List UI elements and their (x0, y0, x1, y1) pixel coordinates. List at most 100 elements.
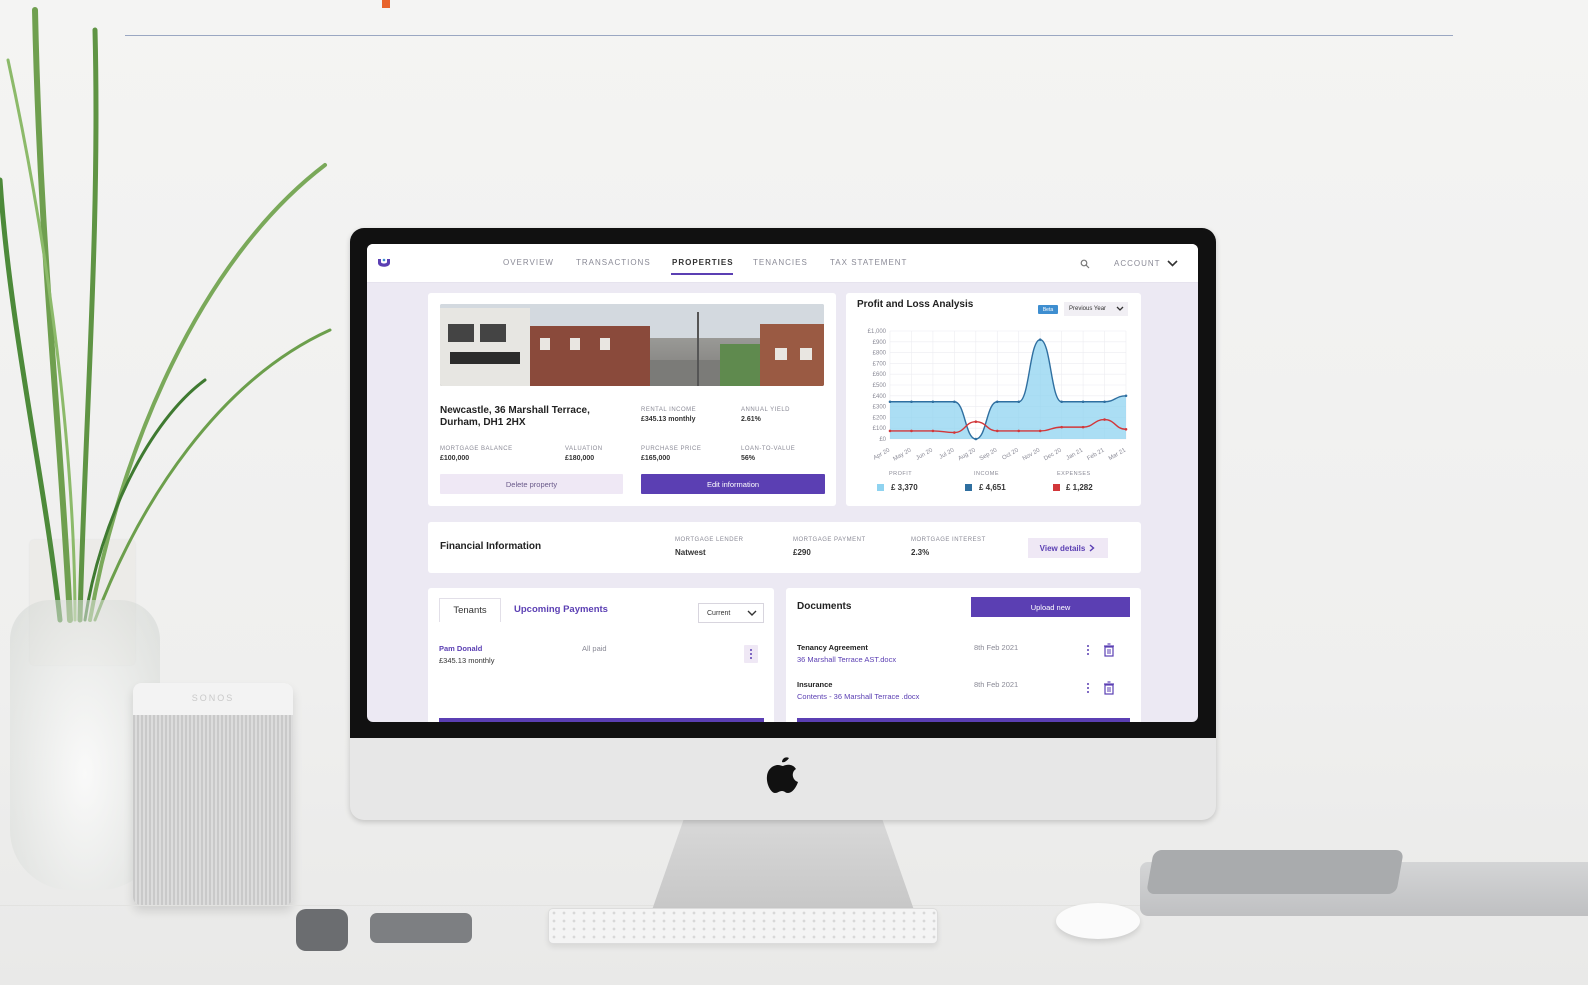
income-point (931, 400, 935, 404)
tab-tax-statement[interactable]: TAX STATEMENT (830, 258, 907, 267)
mortgage-interest-label: MORTGAGE INTEREST (911, 537, 986, 543)
financial-info-card: Financial Information MORTGAGE LENDER Na… (428, 522, 1141, 573)
mortgage-balance-value: £100,000 (440, 455, 470, 462)
income-area (890, 339, 1126, 439)
mouse (1056, 903, 1140, 939)
active-tab-indicator (671, 273, 733, 275)
profit-value: £ 3,370 (891, 483, 918, 492)
app-screen: OVERVIEW TRANSACTIONS PROPERTIES TENANCI… (367, 244, 1198, 722)
chevron-right-icon (1089, 544, 1095, 552)
rental-income-value: £345.13 monthly (641, 416, 696, 423)
y-tick-label: £100 (873, 426, 887, 432)
y-tick-label: £700 (873, 361, 887, 367)
more-options-icon[interactable] (1083, 642, 1093, 660)
trash-icon[interactable] (1103, 681, 1115, 695)
orange-accent-mark (382, 0, 390, 8)
y-tick-label: £0 (879, 437, 886, 443)
brand-logo-icon[interactable] (377, 257, 391, 268)
x-tick-label: Apr 20 (873, 447, 892, 461)
tab-tenants[interactable]: Tenants (439, 598, 501, 622)
documents-card: Documents Upload new Tenancy Agreement 3… (786, 588, 1141, 722)
tenant-rent: £345.13 monthly (439, 656, 495, 665)
y-tick-label: £500 (873, 383, 887, 389)
profit-loss-card: Profit and Loss Analysis Beta Previous Y… (846, 293, 1141, 506)
expenses-point (1017, 429, 1021, 433)
income-point (1103, 400, 1106, 404)
x-tick-label: Nov 20 (1022, 447, 1042, 462)
street-scene-image (440, 304, 824, 386)
documents-footer-button[interactable] (797, 718, 1130, 722)
income-point (953, 400, 956, 404)
x-tick-label: Jul 20 (938, 447, 955, 461)
tab-properties[interactable]: PROPERTIES (672, 258, 734, 267)
x-tick-label: Aug 20 (957, 447, 977, 462)
y-tick-label: £300 (873, 405, 887, 411)
income-point (1081, 400, 1085, 404)
document-name: Tenancy Agreement (797, 643, 868, 652)
payment-status: All paid (582, 644, 607, 653)
mortgage-payment-value: £290 (793, 548, 811, 557)
apple-logo-icon (766, 757, 798, 793)
property-photo (440, 304, 824, 386)
x-tick-label: Dec 20 (1043, 447, 1063, 462)
upload-new-button[interactable]: Upload new (971, 597, 1130, 617)
document-file-link[interactable]: Contents - 36 Marshall Terrace .docx (797, 692, 919, 701)
expenses-point (1060, 425, 1063, 429)
expenses-point (910, 429, 913, 433)
tab-upcoming-payments[interactable]: Upcoming Payments (514, 604, 608, 615)
expenses-value: £ 1,282 (1066, 483, 1093, 492)
account-menu[interactable]: ACCOUNT (1114, 259, 1161, 268)
chevron-down-icon (747, 610, 757, 616)
trash-icon[interactable] (1103, 643, 1115, 657)
expenses-point (888, 429, 892, 433)
tenant-name-link[interactable]: Pam Donald (439, 644, 482, 653)
x-tick-label: Oct 20 (1001, 447, 1020, 461)
document-date: 8th Feb 2021 (974, 680, 1019, 689)
expenses-point (974, 420, 978, 424)
income-legend-label: INCOME (974, 471, 999, 477)
view-details-label: View details (1039, 543, 1086, 553)
income-swatch (965, 484, 972, 491)
tab-overview[interactable]: OVERVIEW (503, 258, 554, 267)
x-tick-label: Mar 21 (1108, 447, 1128, 462)
loan-to-value-value: 56% (741, 455, 756, 462)
edit-information-button[interactable]: Edit information (641, 474, 825, 494)
income-point (995, 400, 999, 404)
expenses-point (931, 429, 935, 433)
x-tick-label: Jan 21 (1065, 447, 1084, 462)
tenants-footer-button[interactable] (439, 718, 764, 722)
more-options-icon[interactable] (744, 645, 758, 663)
y-tick-label: £900 (873, 340, 887, 346)
search-icon[interactable] (1080, 259, 1090, 269)
y-tick-label: £400 (873, 394, 887, 400)
delete-property-button[interactable]: Delete property (440, 474, 623, 494)
tenant-filter-select[interactable]: Current (698, 603, 764, 623)
property-address: Newcastle, 36 Marshall Terrace, Durham, … (440, 405, 590, 428)
y-tick-label: £1,000 (868, 329, 887, 335)
income-point (1124, 394, 1128, 398)
x-tick-label: Feb 21 (1086, 447, 1106, 462)
tab-tenancies[interactable]: TENANCIES (753, 258, 808, 267)
tab-transactions[interactable]: TRANSACTIONS (576, 258, 651, 267)
expenses-point (953, 431, 956, 434)
view-details-button[interactable]: View details (1028, 538, 1108, 558)
more-options-icon[interactable] (1083, 680, 1093, 698)
purchase-price-label: PURCHASE PRICE (641, 446, 702, 452)
mortgage-lender-value: Natwest (675, 548, 706, 557)
tablet (1146, 850, 1404, 894)
chevron-down-icon[interactable] (1167, 258, 1178, 268)
financial-info-title: Financial Information (440, 541, 542, 552)
tenant-filter-value: Current (707, 609, 731, 617)
valuation-value: £180,000 (565, 455, 595, 462)
document-file-link[interactable]: 36 Marshall Terrace AST.docx (797, 655, 896, 664)
y-tick-label: £600 (873, 372, 887, 378)
income-value: £ 4,651 (979, 483, 1006, 492)
smart-watch (296, 909, 348, 951)
y-tick-label: £200 (873, 415, 887, 421)
income-point (1017, 400, 1021, 404)
mortgage-balance-label: MORTGAGE BALANCE (440, 446, 513, 452)
purchase-price-value: £165,000 (641, 455, 671, 462)
top-navigation: OVERVIEW TRANSACTIONS PROPERTIES TENANCI… (367, 244, 1198, 283)
profit-legend-label: PROFIT (889, 471, 913, 477)
expenses-legend-label: EXPENSES (1057, 471, 1091, 477)
